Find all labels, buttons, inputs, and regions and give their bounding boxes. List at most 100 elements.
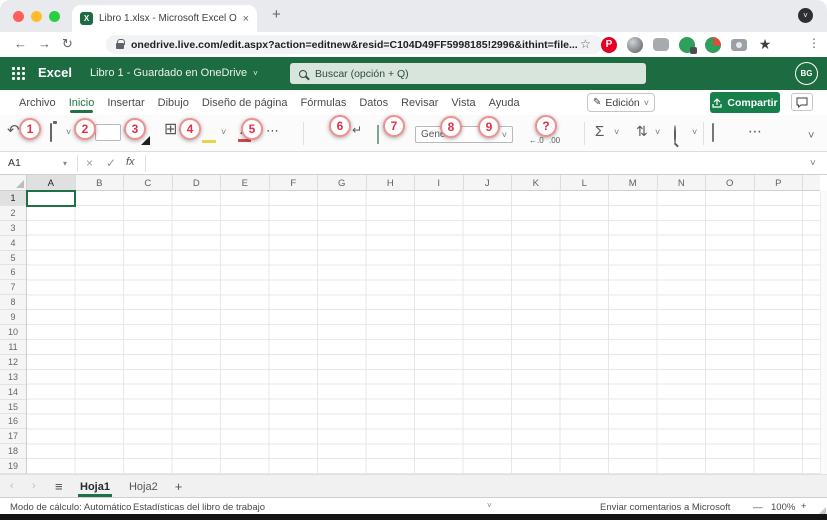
column-header-g[interactable]: G bbox=[318, 175, 367, 191]
column-header-p[interactable]: P bbox=[755, 175, 804, 191]
column-header-c[interactable]: C bbox=[124, 175, 173, 191]
column-header-a[interactable]: A bbox=[27, 175, 76, 191]
ribbon-tab-diseño-de-página[interactable]: Diseño de página bbox=[201, 93, 289, 113]
bookmark-star-icon[interactable]: ☆ bbox=[580, 37, 591, 51]
app-name[interactable]: Excel bbox=[38, 65, 72, 80]
spreadsheet-grid[interactable]: ABCDEFGHIJKLMNOP 12345678910111213141516… bbox=[0, 175, 827, 474]
merge-cells-icon[interactable] bbox=[377, 127, 379, 143]
row-header-5[interactable]: 5 bbox=[0, 251, 26, 266]
undo-icon[interactable]: ↶ bbox=[7, 123, 20, 138]
row-header-3[interactable]: 3 bbox=[0, 221, 26, 236]
dark-star-extension-icon[interactable]: ★ bbox=[757, 37, 773, 53]
reload-icon[interactable]: ↻ bbox=[62, 36, 73, 52]
row-header-1[interactable]: 1 bbox=[0, 191, 26, 206]
ribbon-overflow-icon[interactable]: ⋯ bbox=[748, 124, 762, 138]
forward-icon[interactable]: → bbox=[38, 36, 51, 51]
color-wheel-extension-icon[interactable] bbox=[705, 37, 721, 53]
next-sheet-icon[interactable]: › bbox=[32, 480, 36, 492]
zoom-out-button[interactable]: — bbox=[753, 502, 763, 513]
chat-extension-icon[interactable] bbox=[653, 38, 669, 51]
autosum-icon[interactable]: Σ bbox=[595, 124, 604, 139]
row-header-2[interactable]: 2 bbox=[0, 206, 26, 221]
column-header-l[interactable]: L bbox=[561, 175, 610, 191]
name-box[interactable]: A1 bbox=[8, 157, 21, 169]
column-header-h[interactable]: H bbox=[367, 175, 416, 191]
column-header-j[interactable]: J bbox=[464, 175, 513, 191]
row-header-11[interactable]: 11 bbox=[0, 340, 26, 355]
paste-icon[interactable] bbox=[50, 125, 52, 141]
resize-handle[interactable] bbox=[819, 507, 826, 514]
row-header-19[interactable]: 19 bbox=[0, 459, 26, 474]
ribbon-tab-inicio[interactable]: Inicio bbox=[68, 93, 96, 113]
row-header-18[interactable]: 18 bbox=[0, 444, 26, 459]
find-icon[interactable] bbox=[674, 127, 676, 143]
column-header-n[interactable]: N bbox=[658, 175, 707, 191]
insert-function-icon[interactable]: fx bbox=[126, 156, 135, 168]
browser-tab[interactable]: X Libro 1.xlsx - Microsoft Excel O × bbox=[72, 5, 257, 32]
row-header-16[interactable]: 16 bbox=[0, 415, 26, 430]
back-icon[interactable]: ← bbox=[14, 36, 27, 51]
add-sheet-button[interactable]: + bbox=[175, 479, 183, 494]
column-header-d[interactable]: D bbox=[173, 175, 222, 191]
browser-menu-icon[interactable]: ⋮ bbox=[808, 36, 821, 50]
collapse-ribbon-icon[interactable]: ˅ bbox=[808, 131, 814, 142]
browser-profile-icon[interactable]: ˅ bbox=[798, 8, 813, 23]
sphere-extension-icon[interactable] bbox=[627, 37, 643, 53]
column-header-k[interactable]: K bbox=[512, 175, 561, 191]
autosum-chevron-icon[interactable]: ˅ bbox=[614, 128, 619, 137]
tab-close-icon[interactable]: × bbox=[243, 13, 249, 25]
ribbon-tab-archivo[interactable]: Archivo bbox=[18, 93, 57, 113]
sheet-tab-hoja2[interactable]: Hoja2 bbox=[127, 477, 160, 497]
row-header-14[interactable]: 14 bbox=[0, 385, 26, 400]
row-header-10[interactable]: 10 bbox=[0, 325, 26, 340]
ribbon-tab-revisar[interactable]: Revisar bbox=[400, 93, 439, 113]
url-field[interactable]: onedrive.live.com/edit.aspx?action=editn… bbox=[106, 35, 602, 54]
increase-decimal-icon[interactable]: .00 bbox=[549, 137, 560, 145]
row-header-8[interactable]: 8 bbox=[0, 295, 26, 310]
new-tab-button[interactable]: + bbox=[272, 6, 281, 23]
cancel-icon[interactable]: × bbox=[86, 156, 93, 170]
app-launcher-icon[interactable] bbox=[12, 67, 25, 80]
document-title[interactable]: Libro 1 - Guardado en OneDrive ˅ bbox=[90, 67, 258, 79]
workbook-stats-status[interactable]: Estadísticas del libro de trabajo bbox=[133, 502, 265, 513]
selected-cell-a1[interactable] bbox=[26, 190, 76, 207]
vertical-scrollbar[interactable] bbox=[820, 191, 827, 474]
row-header-17[interactable]: 17 bbox=[0, 429, 26, 444]
zoom-window-button[interactable] bbox=[49, 11, 60, 22]
find-chevron-icon[interactable]: ˅ bbox=[692, 128, 697, 137]
column-header-m[interactable]: M bbox=[609, 175, 658, 191]
row-header-6[interactable]: 6 bbox=[0, 266, 26, 281]
ribbon-tab-ayuda[interactable]: Ayuda bbox=[488, 93, 521, 113]
zoom-level[interactable]: 100% bbox=[771, 502, 795, 513]
row-header-9[interactable]: 9 bbox=[0, 310, 26, 325]
sheet-tab-hoja1[interactable]: Hoja1 bbox=[78, 477, 112, 497]
paste-chevron-icon[interactable]: ˅ bbox=[66, 128, 71, 137]
minimize-window-button[interactable] bbox=[31, 11, 42, 22]
row-header-4[interactable]: 4 bbox=[0, 236, 26, 251]
row-header-12[interactable]: 12 bbox=[0, 355, 26, 370]
ribbon-tab-insertar[interactable]: Insertar bbox=[106, 93, 145, 113]
borders-icon[interactable]: ⊞ bbox=[164, 122, 177, 138]
status-chevron-icon[interactable]: ˅ bbox=[487, 501, 492, 510]
comments-button[interactable] bbox=[791, 93, 813, 111]
select-all-corner[interactable] bbox=[0, 175, 27, 191]
font-size-box[interactable] bbox=[95, 124, 121, 141]
column-header-e[interactable]: E bbox=[221, 175, 270, 191]
decrease-decimal-icon[interactable]: ←.0 bbox=[529, 137, 544, 145]
column-header-b[interactable]: B bbox=[76, 175, 125, 191]
format-as-table-icon[interactable] bbox=[712, 125, 714, 141]
camera-extension-icon[interactable] bbox=[731, 39, 747, 51]
prev-sheet-icon[interactable]: ‹ bbox=[10, 480, 14, 492]
row-header-15[interactable]: 15 bbox=[0, 400, 26, 415]
share-button[interactable]: Compartir bbox=[710, 92, 780, 113]
editing-mode-button[interactable]: ✎ Edición ˅ bbox=[587, 93, 655, 112]
fill-color-chevron-icon[interactable]: ˅ bbox=[221, 128, 226, 137]
ribbon-tab-vista[interactable]: Vista bbox=[450, 93, 476, 113]
green-badge-extension-icon[interactable] bbox=[679, 37, 695, 53]
sort-filter-icon[interactable]: ⇅ bbox=[636, 124, 648, 138]
ribbon-tab-datos[interactable]: Datos bbox=[358, 93, 389, 113]
row-header-7[interactable]: 7 bbox=[0, 280, 26, 295]
pinterest-extension-icon[interactable]: P bbox=[601, 37, 617, 53]
calc-mode-status[interactable]: Modo de cálculo: Automático bbox=[10, 502, 131, 513]
search-input[interactable]: Buscar (opción + Q) bbox=[290, 63, 646, 84]
